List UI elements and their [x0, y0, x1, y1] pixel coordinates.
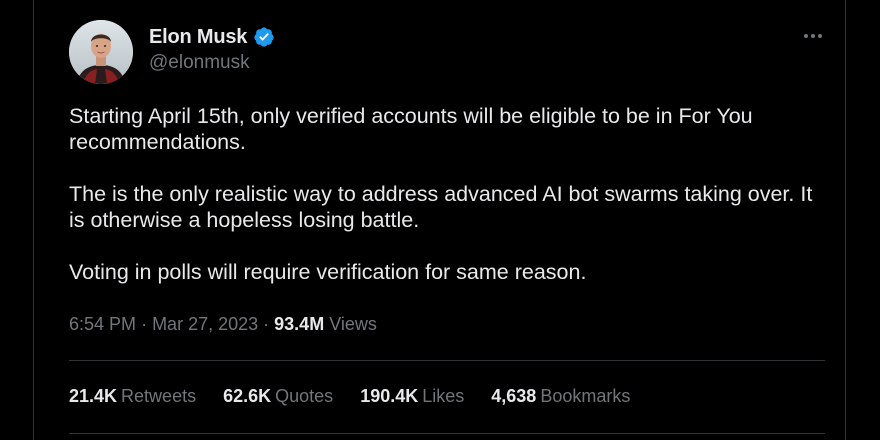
views-count: 93.4M	[274, 314, 325, 334]
avatar-image	[69, 20, 133, 84]
engagement-stats: 21.4K Retweets 62.6K Quotes 190.4K Likes 4,…	[69, 386, 657, 407]
tweet: Elon Musk @elonmusk Starting April 15th,…	[34, 0, 845, 440]
views-label: Views	[329, 314, 377, 334]
tweet-text: Starting April 15th, only verified accou…	[69, 103, 829, 311]
meta-separator: ·	[263, 314, 275, 334]
timeline-right-border	[845, 0, 846, 440]
more-options-button[interactable]	[799, 25, 827, 47]
bookmarks-label: Bookmarks	[540, 386, 631, 406]
tweet-date[interactable]: Mar 27, 2023	[152, 314, 258, 334]
verified-badge-icon[interactable]	[253, 26, 275, 48]
tweet-paragraph: The is the only realistic way to address…	[69, 182, 813, 232]
meta-separator: ·	[141, 314, 153, 334]
author-name-row: Elon Musk	[149, 25, 275, 49]
tweet-time[interactable]: 6:54 PM	[69, 314, 136, 334]
retweets-count: 21.4K	[69, 386, 118, 406]
divider	[69, 433, 825, 434]
author-handle[interactable]: @elonmusk	[149, 52, 250, 74]
quotes-count: 62.6K	[223, 386, 272, 406]
likes-count: 190.4K	[360, 386, 419, 406]
author-name[interactable]: Elon Musk	[149, 26, 247, 49]
quotes-stat[interactable]: 62.6K Quotes	[223, 386, 333, 407]
more-horizontal-icon	[804, 34, 808, 38]
retweets-label: Retweets	[121, 386, 197, 406]
quotes-label: Quotes	[275, 386, 334, 406]
bookmarks-count: 4,638	[491, 386, 537, 406]
likes-stat[interactable]: 190.4K Likes	[360, 386, 464, 407]
more-horizontal-icon-dot	[811, 34, 815, 38]
bookmarks-stat[interactable]: 4,638 Bookmarks	[491, 386, 630, 407]
more-horizontal-icon-dot	[818, 34, 822, 38]
tweet-paragraph: Voting in polls will require verificatio…	[69, 260, 587, 284]
tweet-paragraph: Starting April 15th, only verified accou…	[69, 104, 753, 154]
retweets-stat[interactable]: 21.4K Retweets	[69, 386, 196, 407]
divider	[69, 360, 825, 361]
author-avatar[interactable]	[69, 20, 133, 84]
likes-label: Likes	[422, 386, 465, 406]
tweet-meta: 6:54 PM · Mar 27, 2023 · 93.4M Views	[69, 314, 377, 335]
